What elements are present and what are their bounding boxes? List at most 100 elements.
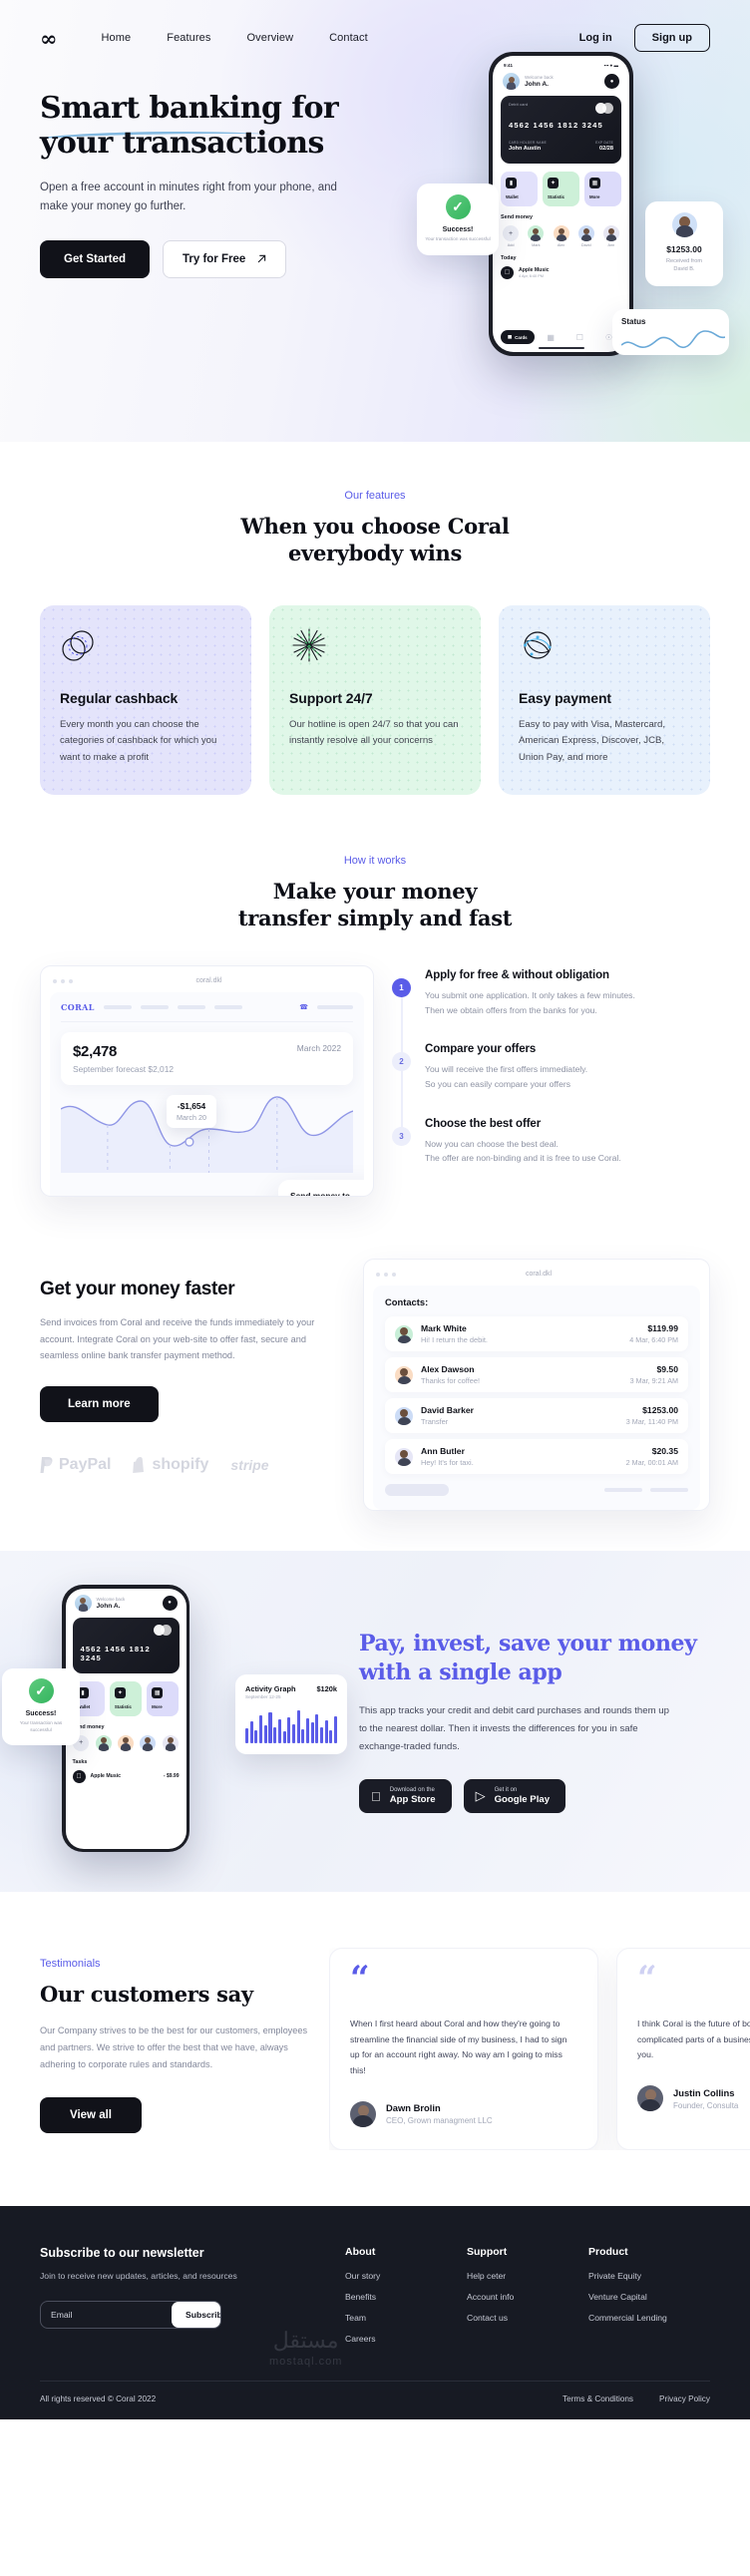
- success-desc: Your transaction was successful: [19, 1720, 63, 1733]
- privacy-link[interactable]: Privacy Policy: [659, 2394, 710, 2403]
- nav-link-home[interactable]: Home: [102, 32, 132, 44]
- how-body: coral.dkl CORAL ☎ $2,478 September forec…: [40, 965, 710, 1198]
- avatar: [95, 1734, 112, 1751]
- step-number: 2: [392, 1052, 411, 1072]
- footer-link-our-story[interactable]: Our story: [345, 2271, 433, 2281]
- testimonial-cards: “ When I first heard about Coral and how…: [329, 1948, 750, 2150]
- debit-card: 4562 1456 1812 3245: [72, 1617, 180, 1673]
- landing-page: ∞ Home Features Overview Contact Log in …: [0, 0, 750, 2419]
- phone-screen: Welcome back John A. ● 4562 1456 1812 32…: [65, 1588, 187, 1849]
- email-input[interactable]: [41, 2302, 172, 2329]
- signup-button[interactable]: Sign up: [633, 24, 710, 52]
- avatar: [637, 2085, 663, 2112]
- card-number: 4562 1456 1812 3245: [80, 1644, 151, 1662]
- tile-statistic-label: Statistic: [114, 1703, 132, 1709]
- tab-transfer[interactable]: ☐: [567, 333, 592, 342]
- tab-cards[interactable]: ▦ Cards: [501, 330, 535, 344]
- nav-link-contact[interactable]: Contact: [329, 32, 368, 44]
- footer-top: Subscribe to our newsletter Join to rece…: [40, 2246, 710, 2355]
- quote-icon: “: [637, 1959, 657, 2000]
- footer-link-benefits[interactable]: Benefits: [345, 2292, 433, 2302]
- footer-link-venture-capital[interactable]: Venture Capital: [588, 2292, 676, 2302]
- avatar: [395, 1365, 413, 1384]
- learn-more-button[interactable]: Learn more: [40, 1385, 159, 1422]
- person-ann[interactable]: [162, 1734, 179, 1751]
- person-david[interactable]: [140, 1734, 157, 1751]
- play-triangle-icon: ▷: [476, 1788, 486, 1804]
- contact-amount: $20.35: [651, 1446, 678, 1457]
- bell-icon[interactable]: ●: [162, 1595, 178, 1611]
- paypal-logo: PayPal: [40, 1456, 111, 1474]
- nav-link-overview[interactable]: Overview: [246, 32, 293, 44]
- contact-name: David Barker: [421, 1405, 475, 1416]
- footer-link-team[interactable]: Team: [345, 2313, 433, 2323]
- avatar: [140, 1734, 157, 1751]
- footer-link-commercial-lending[interactable]: Commercial Lending: [588, 2313, 676, 2323]
- footer-link-contact-us[interactable]: Contact us: [467, 2313, 555, 2323]
- person-alex[interactable]: [117, 1734, 135, 1751]
- tooltip-amount: -$1,654: [177, 1101, 206, 1112]
- get-started-button[interactable]: Get Started: [40, 239, 150, 278]
- footer-link-careers[interactable]: Careers: [345, 2334, 433, 2344]
- features-eyebrow: Our features: [344, 490, 406, 502]
- app-store-button[interactable]:  Download on the App Store: [359, 1779, 452, 1814]
- subscribe-button[interactable]: Subscribe: [172, 2302, 220, 2329]
- activity-title: Activity Graph: [245, 1684, 296, 1694]
- contact-message: Transfer: [421, 1417, 449, 1427]
- phone-frame: Welcome back John A. ● 4562 1456 1812 32…: [62, 1585, 189, 1853]
- avatar: [395, 1406, 413, 1425]
- step-text-line1: You submit one application. It only take…: [425, 990, 635, 1001]
- faster-content: Get your money faster Send invoices from…: [40, 1259, 339, 1474]
- google-play-button[interactable]: ▷ Get it on Google Play: [463, 1779, 566, 1814]
- feature-card-payment: Easy payment Easy to pay with Visa, Mast…: [499, 604, 710, 795]
- tab-scan[interactable]: ▦: [539, 333, 563, 342]
- how-title-line1: Make your money: [272, 878, 478, 904]
- get-money-faster-section: Get your money faster Send invoices from…: [0, 1197, 750, 1552]
- step-item: 3 Choose the best offer Now you can choo…: [392, 1118, 710, 1166]
- footer-column-heading: Support: [467, 2245, 508, 2258]
- invest-content: Pay, invest, save your money with a sing…: [359, 1630, 710, 1814]
- footer-link-private-equity[interactable]: Private Equity: [588, 2271, 676, 2281]
- hero-buttons: Get Started Try for Free: [40, 239, 710, 278]
- testimonial-quote: I think Coral is the future of bookkeepi…: [637, 2019, 750, 2060]
- contacts-footer: [385, 1484, 688, 1497]
- balance-amount: $2,478: [73, 1043, 118, 1061]
- feature-text: Our hotline is open 24/7 so that you can…: [289, 718, 459, 747]
- view-all-button[interactable]: View all: [40, 2097, 142, 2134]
- send-money-title: Send money to: [290, 1191, 351, 1198]
- status-card: Status: [612, 309, 729, 355]
- avatar: [395, 1447, 413, 1466]
- footer-link-account-info[interactable]: Account info: [467, 2292, 555, 2302]
- nav-link-features[interactable]: Features: [167, 32, 210, 44]
- feature-title: Regular cashback: [60, 689, 179, 706]
- brand-logo[interactable]: ∞: [40, 28, 57, 49]
- starburst-icon: [292, 628, 326, 662]
- circles-icon: [62, 629, 94, 661]
- step-number: 1: [392, 978, 411, 998]
- login-link[interactable]: Log in: [579, 32, 612, 44]
- invest-text: This app tracks your credit and debit ca…: [359, 1705, 669, 1752]
- person-mark[interactable]: [95, 1734, 112, 1751]
- contact-row[interactable]: Mark White Hi! I return the debit. $119.…: [385, 1316, 688, 1352]
- contact-row[interactable]: Ann Butler Hey! It's for taxi. $20.35 2 …: [385, 1439, 688, 1475]
- step-text: You submit one application. It only take…: [425, 988, 635, 1017]
- phone-header: Welcome back John A. ●: [73, 1594, 180, 1618]
- invest-title: Pay, invest, save your money with a sing…: [359, 1630, 710, 1686]
- tile-more[interactable]: ▦ More: [147, 1680, 180, 1716]
- transaction-name: Apple Music: [90, 1773, 122, 1780]
- legal-links: Terms & Conditions Privacy Policy: [562, 2394, 710, 2403]
- author-name: Justin Collins: [673, 2086, 735, 2098]
- try-for-free-button[interactable]: Try for Free: [163, 239, 287, 278]
- nav-placeholder: [317, 1005, 353, 1010]
- home-indicator: [538, 346, 584, 349]
- tile-statistic[interactable]: ✦ Statistic: [109, 1680, 143, 1716]
- contact-row[interactable]: Alex Dawson Thanks for coffee! $9.50 3 M…: [385, 1357, 688, 1393]
- faster-title: Get your money faster: [40, 1279, 235, 1300]
- step-title: Choose the best offer: [425, 1117, 542, 1130]
- terms-link[interactable]: Terms & Conditions: [562, 2394, 633, 2403]
- send-money-people: +: [73, 1734, 180, 1751]
- footer-button-placeholder[interactable]: [385, 1484, 449, 1497]
- footer-link-help-center[interactable]: Help ceter: [467, 2271, 555, 2281]
- contact-row[interactable]: David Barker Transfer $1253.00 3 Mar, 11…: [385, 1398, 688, 1434]
- globe-leaf-icon: [524, 630, 552, 659]
